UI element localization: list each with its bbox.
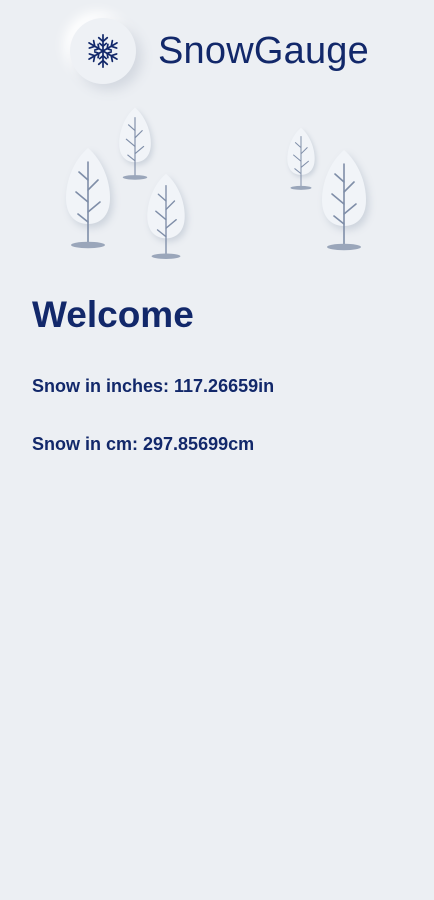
tree-icon <box>147 174 184 259</box>
logo-badge <box>70 18 136 84</box>
welcome-heading: Welcome <box>32 294 194 335</box>
tree-icon <box>287 128 314 190</box>
app-screen: SnowGauge Welcome Snow in inches: 117.26… <box>0 0 434 900</box>
tree-icon <box>322 150 366 250</box>
app-header: SnowGauge <box>0 14 434 90</box>
snow-cm-value: 297.85699cm <box>143 434 255 454</box>
snowflake-icon <box>86 33 120 69</box>
tree-icon <box>119 108 151 180</box>
snow-cm-label: Snow in cm: <box>32 434 144 454</box>
tree-icon <box>66 148 110 248</box>
snowy-trees-illustration <box>0 100 434 270</box>
snow-inches-reading: Snow in inches: 117.26659in <box>32 376 274 397</box>
snow-inches-value: 117.26659in <box>174 376 275 396</box>
snow-inches-label: Snow in inches: <box>32 376 175 396</box>
app-title: SnowGauge <box>158 30 369 72</box>
snow-cm-reading: Snow in cm: 297.85699cm <box>32 434 254 455</box>
